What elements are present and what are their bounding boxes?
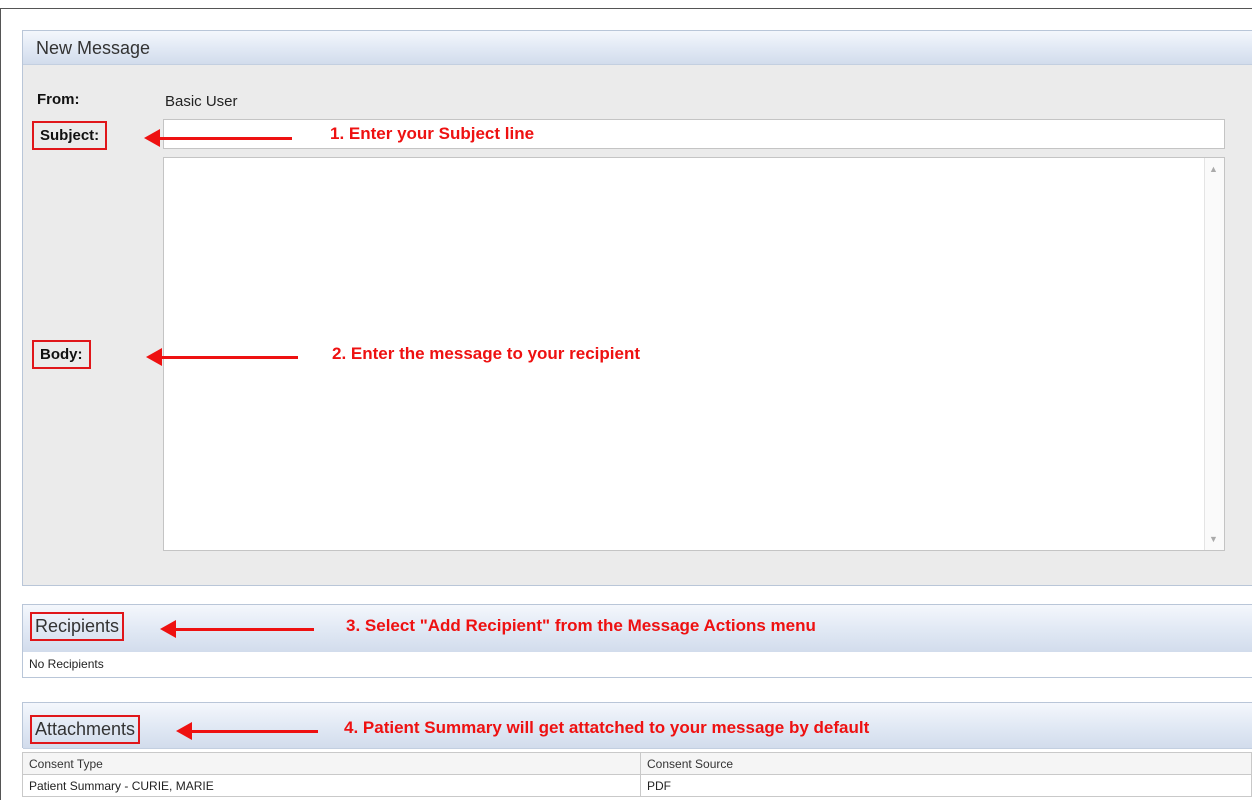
arrow-shaft (174, 628, 314, 631)
scroll-up-icon[interactable]: ▲ (1209, 164, 1218, 174)
recipients-title: Recipients (30, 612, 125, 641)
body-label: Body: (32, 340, 91, 369)
body-textarea[interactable]: ▲ ▼ (163, 157, 1225, 551)
panel-title: New Message (23, 31, 1252, 65)
body-scrollbar[interactable]: ▲ ▼ (1204, 158, 1224, 550)
arrow-shaft (158, 137, 292, 140)
from-value: Basic User (165, 93, 238, 110)
arrow-shaft (160, 356, 298, 359)
annotation-step4: 4. Patient Summary will get attatched to… (344, 718, 870, 737)
attachments-table: Consent Type Consent Source Patient Summ… (22, 752, 1252, 797)
consent-type-cell: Patient Summary - CURIE, MARIE (22, 774, 641, 797)
recipients-empty-text: No Recipients (29, 657, 104, 671)
table-header-row: Consent Type Consent Source (22, 752, 1252, 775)
new-message-panel: New Message From: Basic User ▲ ▼ (22, 30, 1252, 586)
attachments-title: Attachments (30, 715, 141, 744)
scroll-down-icon[interactable]: ▼ (1209, 534, 1218, 544)
annotation-step3: 3. Select "Add Recipient" from the Messa… (346, 616, 816, 635)
table-row[interactable]: Patient Summary - CURIE, MARIE PDF (22, 774, 1252, 797)
consent-source-cell: PDF (640, 774, 1252, 797)
column-header-consent-type[interactable]: Consent Type (22, 752, 641, 775)
column-header-consent-source[interactable]: Consent Source (640, 752, 1252, 775)
subject-input[interactable] (163, 119, 1225, 149)
annotation-step1: 1. Enter your Subject line (330, 124, 535, 143)
subject-label: Subject: (32, 121, 108, 150)
recipients-list: No Recipients (22, 652, 1252, 678)
annotation-step2: 2. Enter the message to your recipient (332, 344, 640, 363)
from-label: From: (37, 91, 80, 108)
arrow-shaft (190, 730, 318, 733)
